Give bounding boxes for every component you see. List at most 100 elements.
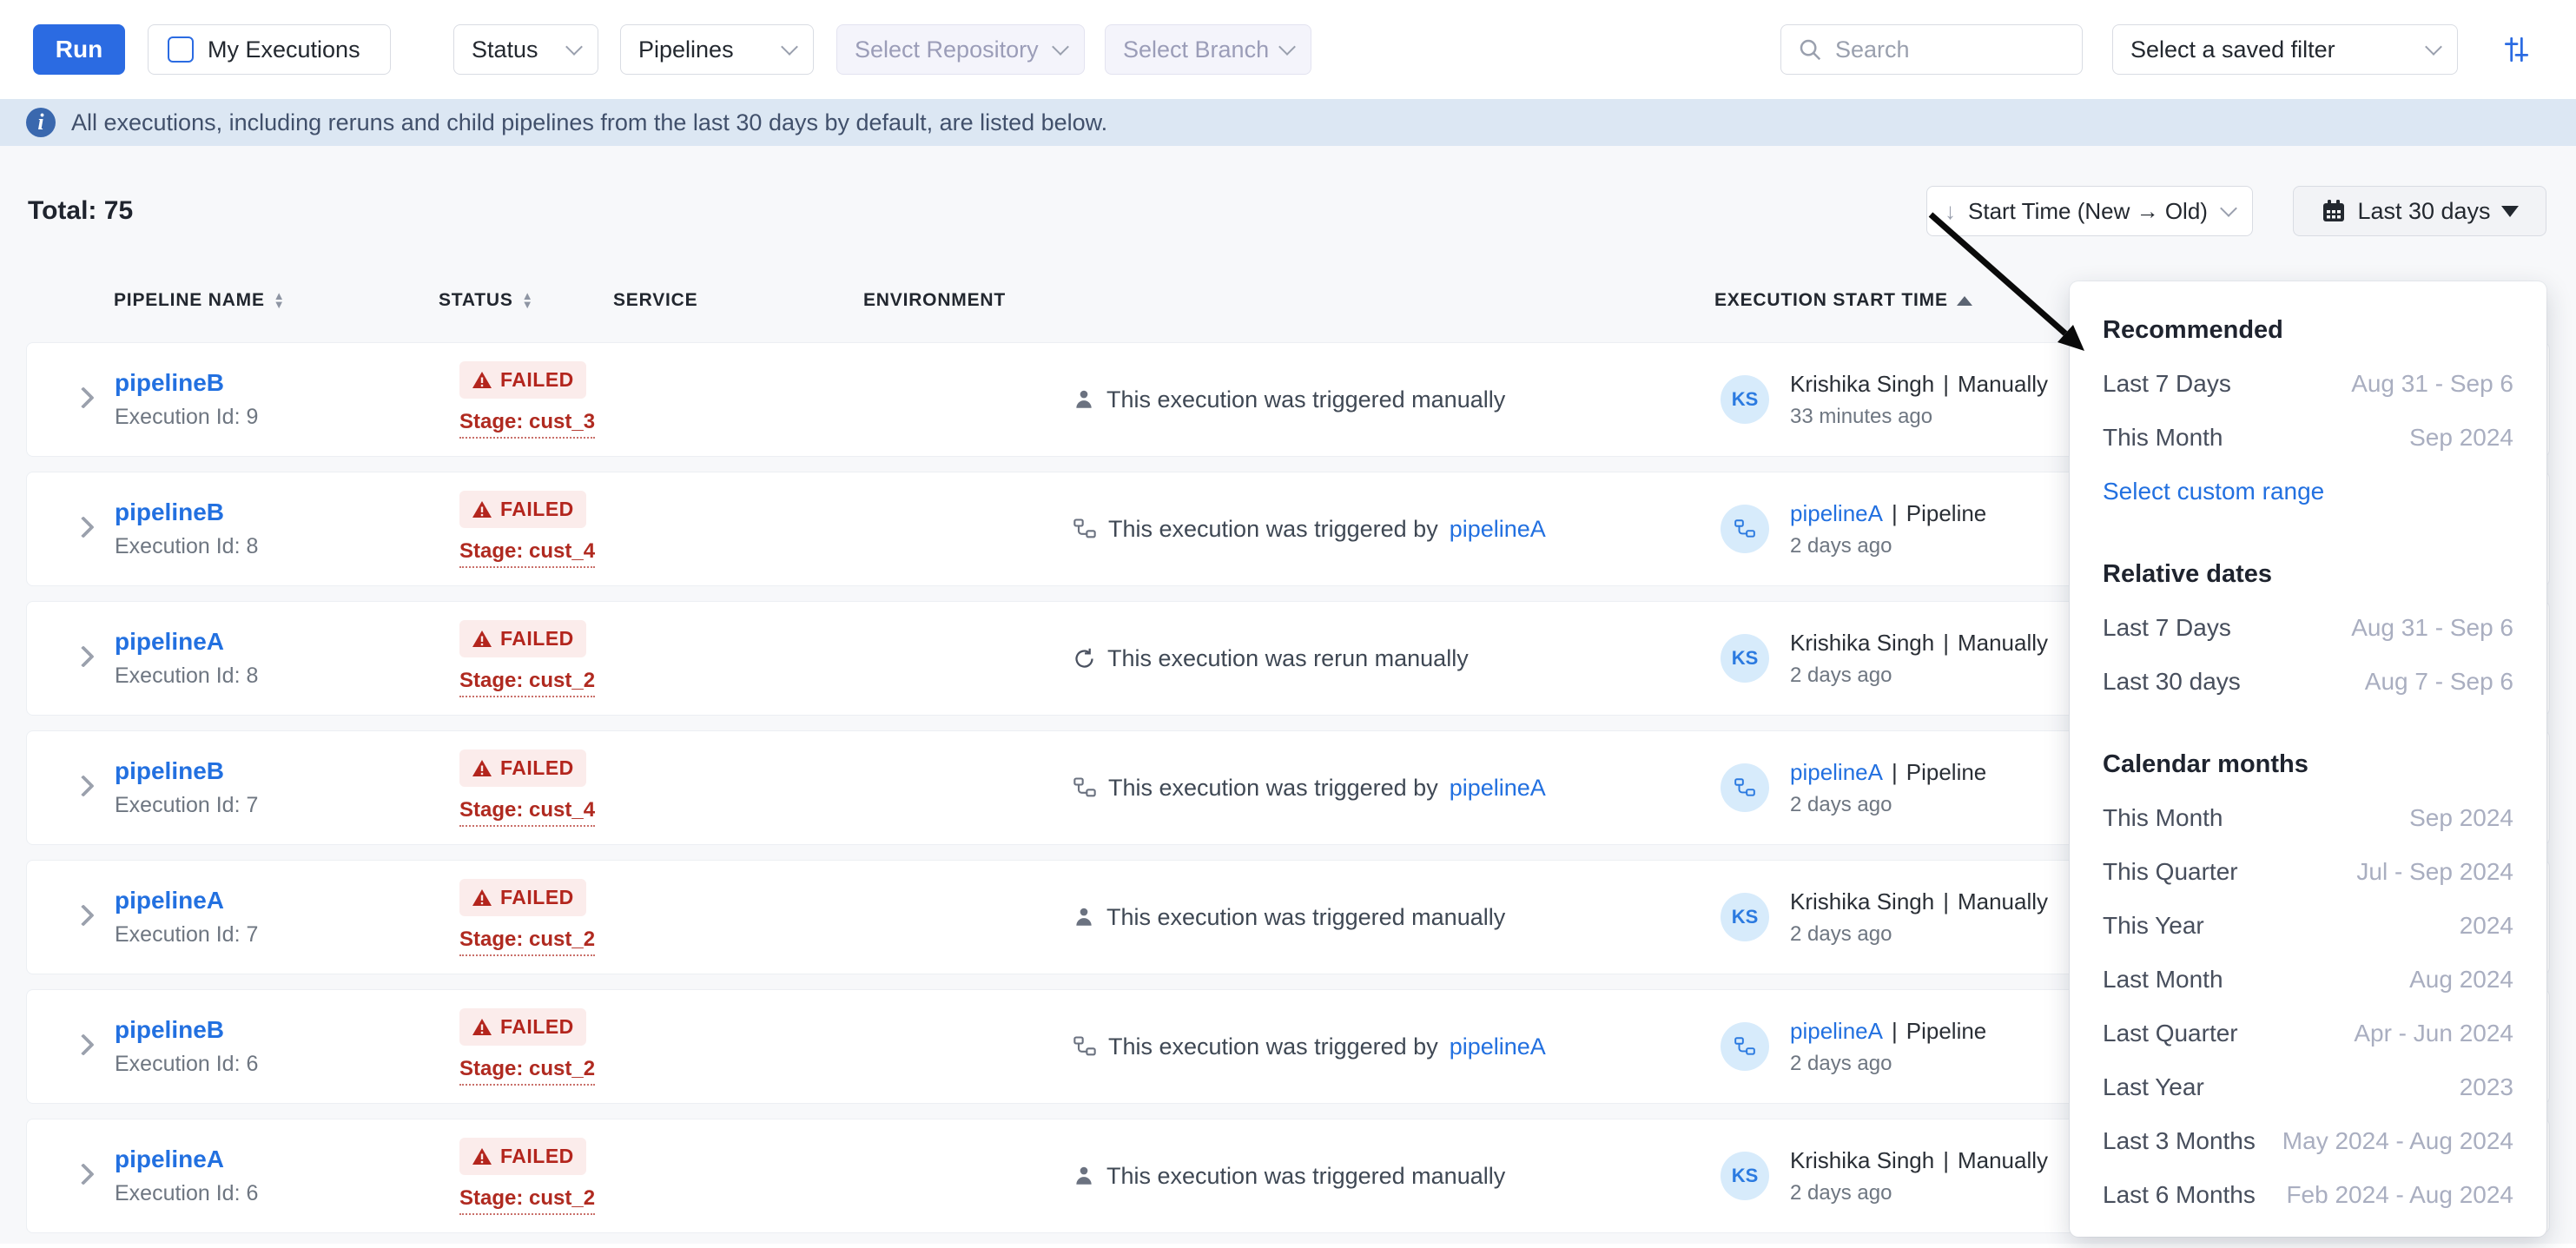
column-header-environment: ENVIRONMENT — [863, 290, 1006, 311]
expand-chevron-icon[interactable] — [72, 904, 94, 926]
search-box[interactable] — [1780, 24, 2083, 75]
date-option[interactable]: Last 7 Days Aug 31 - Sep 6 — [2103, 357, 2513, 411]
status-badge: FAILED — [459, 1138, 586, 1175]
my-executions-checkbox[interactable] — [168, 36, 194, 63]
executor-pipeline-link[interactable]: pipelineA — [1790, 1018, 1883, 1045]
execution-time: 2 days ago — [1790, 664, 2048, 688]
date-option[interactable]: This Month Sep 2024 — [2103, 791, 2513, 845]
expand-chevron-icon[interactable] — [72, 645, 94, 667]
pipeline-name-link[interactable]: pipelineB — [115, 757, 258, 785]
trigger-text: This execution was triggered by — [1108, 1033, 1438, 1060]
column-header-execution-start-time[interactable]: EXECUTION START TIME — [1714, 290, 1972, 311]
chevron-down-icon — [1278, 38, 1296, 56]
trigger-pipeline-link[interactable]: pipelineA — [1450, 516, 1546, 543]
pipeline-name-link[interactable]: pipelineA — [115, 628, 258, 656]
info-banner: i All executions, including reruns and c… — [0, 99, 2576, 146]
executor-avatar: KS — [1721, 634, 1769, 683]
sort-both-icon: ▲▼ — [522, 292, 534, 309]
execution-id: Execution Id: 8 — [115, 534, 258, 559]
executor-pipeline-link[interactable]: pipelineA — [1790, 500, 1883, 527]
date-option[interactable]: This Year 2024 — [2103, 899, 2513, 953]
sort-both-icon: ▲▼ — [274, 292, 286, 309]
date-option[interactable]: This Month Sep 2024 — [2103, 411, 2513, 465]
user-icon — [1073, 388, 1095, 411]
execution-time: 2 days ago — [1790, 1181, 2048, 1205]
failed-stage-link[interactable]: Stage: cust_2 — [459, 1057, 595, 1086]
status-badge: FAILED — [459, 361, 586, 399]
warning-icon — [472, 1147, 492, 1165]
repository-filter-dropdown[interactable]: Select Repository — [836, 24, 1085, 75]
failed-stage-link[interactable]: Stage: cust_2 — [459, 669, 595, 697]
search-icon — [1797, 36, 1823, 63]
date-option[interactable]: Last 30 days Aug 7 - Sep 6 — [2103, 655, 2513, 709]
column-header-status[interactable]: STATUS ▲▼ — [439, 290, 533, 311]
date-option[interactable]: Last Year 2023 — [2103, 1060, 2513, 1114]
trigger-text: This execution was triggered manually — [1106, 904, 1505, 931]
status-badge: FAILED — [459, 879, 586, 916]
trigger-mode: Pipeline — [1906, 759, 1987, 786]
pipeline-name-link[interactable]: pipelineB — [115, 1016, 258, 1044]
my-executions-toggle[interactable]: My Executions — [148, 24, 391, 75]
failed-stage-link[interactable]: Stage: cust_4 — [459, 798, 595, 827]
select-custom-range-link[interactable]: Select custom range — [2103, 465, 2513, 518]
pipeline-name-link[interactable]: pipelineB — [115, 369, 258, 397]
trigger-mode: Pipeline — [1906, 500, 1987, 527]
executor-pipeline-link[interactable]: pipelineA — [1790, 759, 1883, 786]
sort-dropdown[interactable]: ↓ Start Time (New → Old) — [1926, 186, 2253, 236]
expand-chevron-icon[interactable] — [72, 1163, 94, 1185]
user-icon — [1073, 1165, 1095, 1187]
calendar-icon — [2321, 198, 2347, 224]
trigger-text: This execution was triggered by — [1108, 775, 1438, 802]
executor-avatar — [1721, 763, 1769, 812]
chevron-down-icon — [565, 38, 583, 56]
warning-icon — [472, 759, 492, 777]
date-option[interactable]: Last 12 Months Aug 2023 - Aug 2024 — [2103, 1222, 2513, 1237]
saved-filter-dropdown[interactable]: Select a saved filter — [2112, 24, 2458, 75]
column-header-service: SERVICE — [613, 290, 697, 311]
date-option[interactable]: Last Quarter Apr - Jun 2024 — [2103, 1007, 2513, 1060]
status-filter-dropdown[interactable]: Status — [453, 24, 598, 75]
warning-icon — [472, 1018, 492, 1036]
trigger-pipeline-link[interactable]: pipelineA — [1450, 775, 1546, 802]
total-count: Total: 75 — [28, 196, 133, 226]
executor-name: Krishika Singh — [1790, 888, 1934, 915]
search-input[interactable] — [1835, 36, 2066, 63]
pipeline-name-link[interactable]: pipelineB — [115, 499, 258, 526]
expand-chevron-icon[interactable] — [72, 775, 94, 796]
execution-id: Execution Id: 6 — [115, 1052, 258, 1077]
date-option[interactable]: Last 7 Days Aug 31 - Sep 6 — [2103, 601, 2513, 655]
pipeline-trigger-icon — [1073, 517, 1097, 541]
column-header-pipeline-name[interactable]: PIPELINE NAME ▲▼ — [114, 290, 285, 311]
expand-chevron-icon[interactable] — [72, 1033, 94, 1055]
user-icon — [1073, 906, 1095, 928]
pipeline-trigger-icon — [1073, 1034, 1097, 1059]
failed-stage-link[interactable]: Stage: cust_2 — [459, 1186, 595, 1215]
status-badge: FAILED — [459, 491, 586, 528]
branch-filter-dropdown[interactable]: Select Branch — [1105, 24, 1311, 75]
date-option[interactable]: Last Month Aug 2024 — [2103, 953, 2513, 1007]
failed-stage-link[interactable]: Stage: cust_3 — [459, 410, 595, 439]
menu-section-recommended: Recommended — [2103, 297, 2513, 357]
failed-stage-link[interactable]: Stage: cust_2 — [459, 928, 595, 956]
filter-settings-button[interactable] — [2499, 24, 2533, 75]
trigger-mode: Manually — [1958, 1147, 2048, 1174]
execution-time: 2 days ago — [1790, 793, 1986, 817]
execution-time: 2 days ago — [1790, 922, 2048, 947]
failed-stage-link[interactable]: Stage: cust_4 — [459, 539, 595, 568]
pipeline-name-link[interactable]: pipelineA — [115, 887, 258, 915]
expand-chevron-icon[interactable] — [72, 386, 94, 408]
run-button[interactable]: Run — [33, 24, 125, 75]
pipelines-filter-dropdown[interactable]: Pipelines — [620, 24, 814, 75]
status-badge: FAILED — [459, 620, 586, 657]
my-executions-label: My Executions — [208, 36, 360, 63]
info-icon: i — [26, 108, 56, 137]
date-option[interactable]: Last 6 Months Feb 2024 - Aug 2024 — [2103, 1168, 2513, 1222]
date-option[interactable]: This Quarter Jul - Sep 2024 — [2103, 845, 2513, 899]
expand-chevron-icon[interactable] — [72, 516, 94, 538]
sliders-icon — [2500, 34, 2532, 65]
pipeline-name-link[interactable]: pipelineA — [115, 1146, 258, 1173]
date-range-button[interactable]: Last 30 days — [2293, 186, 2546, 236]
trigger-pipeline-link[interactable]: pipelineA — [1450, 1033, 1546, 1060]
date-option[interactable]: Last 3 Months May 2024 - Aug 2024 — [2103, 1114, 2513, 1168]
trigger-text: This execution was triggered manually — [1106, 386, 1505, 413]
